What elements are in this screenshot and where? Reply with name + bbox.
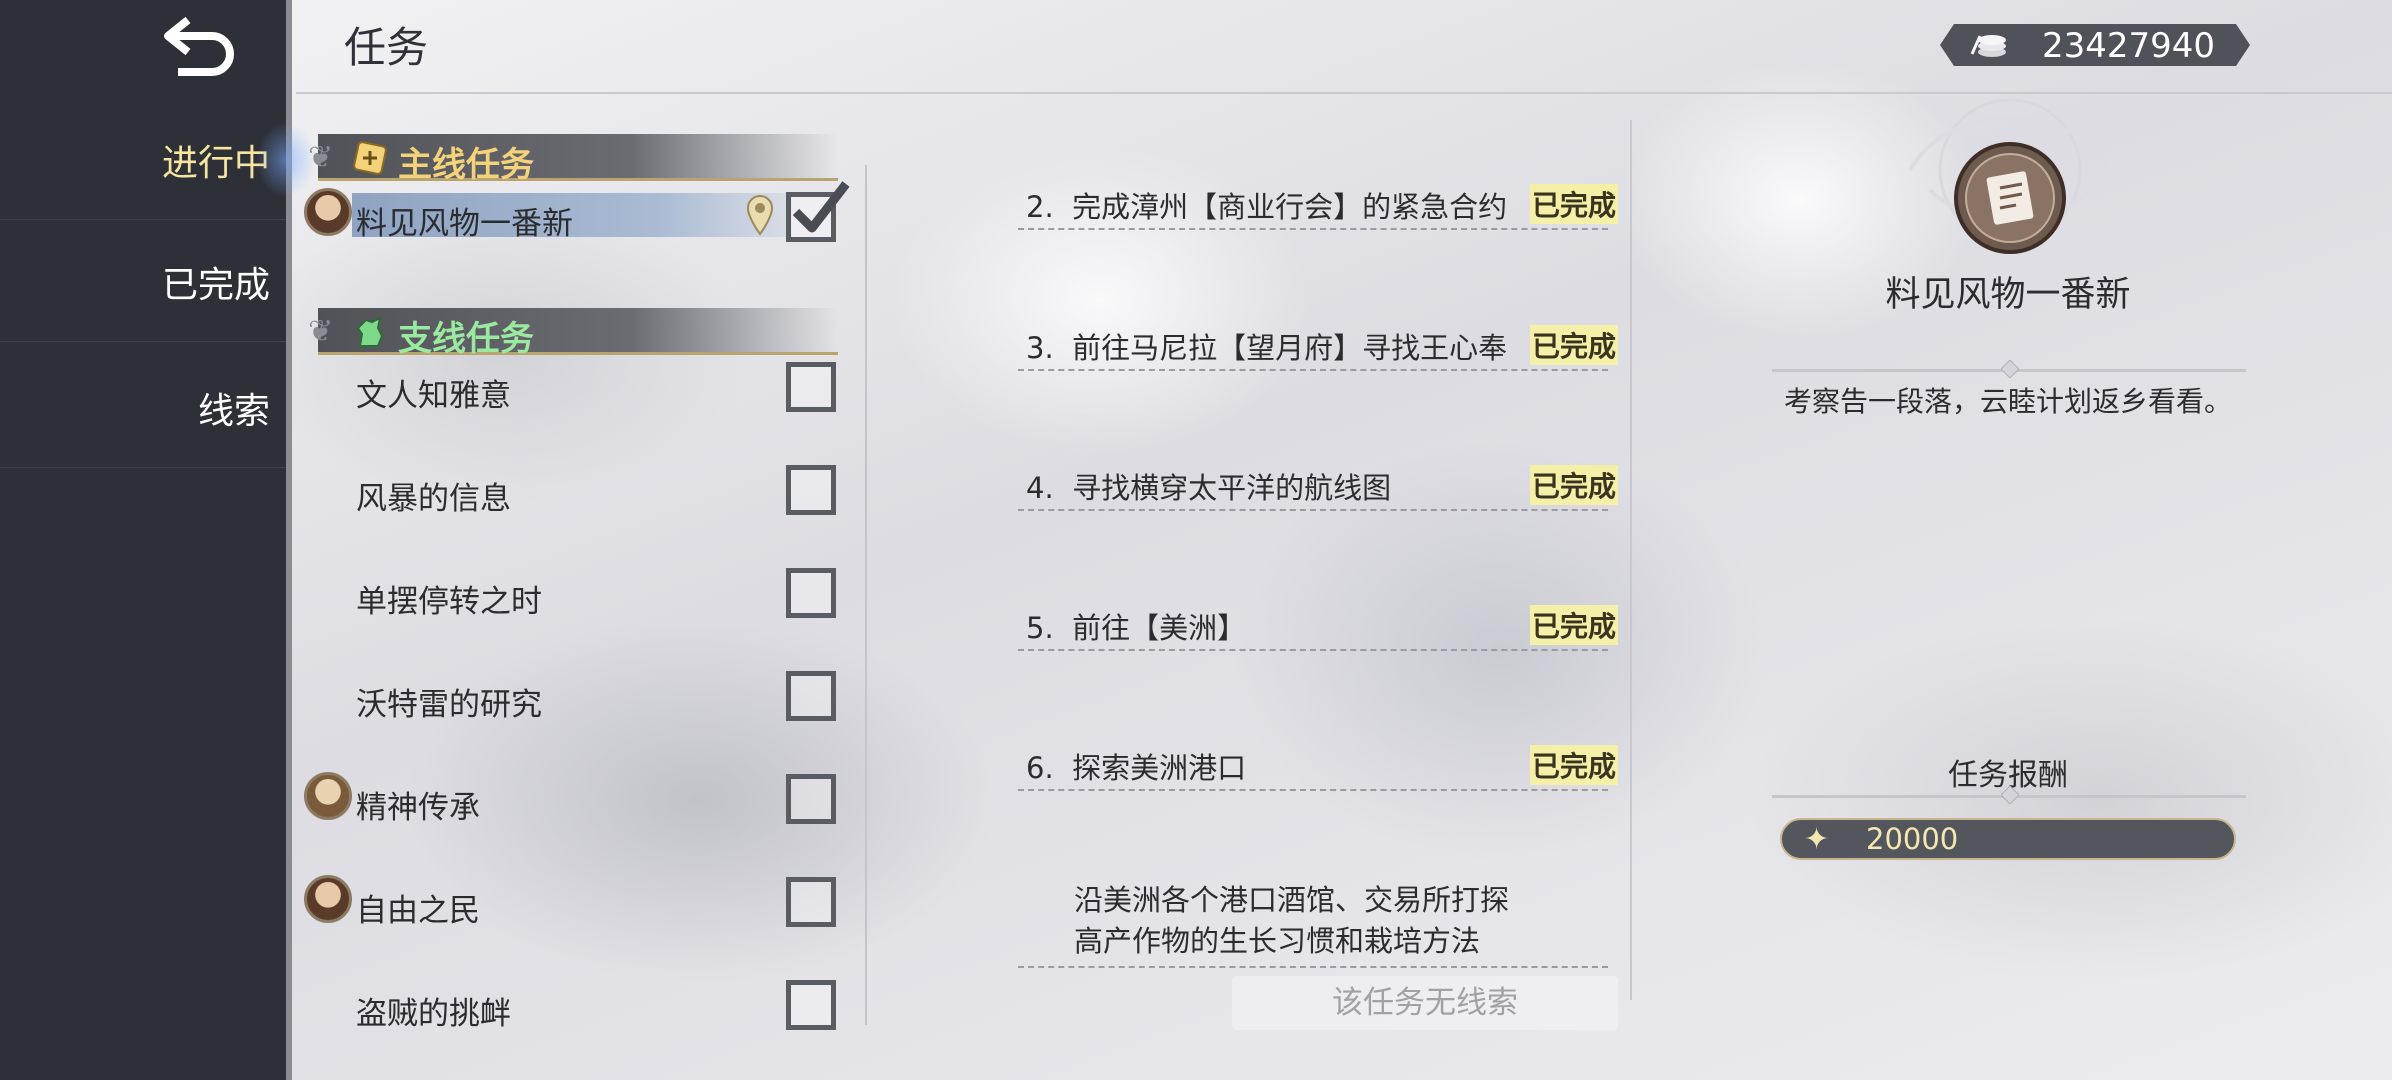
quest-item-side-1[interactable]: 风暴的信息 (352, 465, 852, 519)
current-objective-line: 高产作物的生长习惯和栽培方法 (1074, 924, 1481, 958)
quest-name: 自由之民 (356, 893, 480, 929)
nav-tab-label: 已完成 (161, 264, 270, 306)
objective-text: 6. 探索美洲港口 (1026, 751, 1247, 785)
objective-status-badge: 已完成 (1529, 605, 1618, 645)
quest-name: 精神传承 (356, 790, 480, 826)
objective-item: 4. 寻找横穿太平洋的航线图 已完成 (1018, 465, 1618, 525)
objective-text: 5. 前往【美洲】 (1026, 611, 1247, 645)
character-avatar-icon (304, 875, 352, 923)
main-quest-section-label: 主线任务 (398, 145, 534, 185)
quest-name: 盗贼的挑衅 (356, 996, 511, 1032)
checkmark-icon (792, 181, 850, 233)
objective-item: 6. 探索美洲港口 已完成 (1018, 745, 1618, 805)
quest-item-side-3[interactable]: 沃特雷的研究 (352, 671, 852, 725)
objective-text: 3. 前往马尼拉【望月府】寻找王心奉 (1026, 331, 1508, 365)
knight-horse-icon (356, 316, 384, 347)
objective-status-badge: 已完成 (1529, 325, 1618, 365)
no-clue-button[interactable]: 该任务无线索 (1232, 976, 1618, 1030)
quest-detail-title: 料见风物一番新 (1885, 275, 2131, 315)
track-checkbox[interactable] (786, 980, 836, 1030)
quest-item-side-0[interactable]: 文人知雅意 (352, 362, 852, 416)
character-avatar-icon (304, 772, 352, 820)
track-checkbox[interactable] (786, 774, 836, 824)
main-quest-section-header: ❦ 主线任务 (308, 134, 838, 185)
track-checkbox[interactable] (786, 362, 836, 412)
flourish-icon: ❦ (308, 140, 334, 175)
currency-amount: 23427940 (2042, 26, 2216, 66)
location-pin-icon (746, 194, 774, 236)
coin-stack-icon (1970, 35, 2006, 57)
track-checkbox[interactable] (786, 465, 836, 515)
side-quest-section-label: 支线任务 (398, 319, 534, 359)
current-objective-line: 沿美洲各个港口酒馆、交易所打探 (1074, 883, 1510, 917)
quest-item-side-4[interactable]: 精神传承 (304, 772, 852, 828)
currency-display: 23427940 (1940, 24, 2250, 66)
quest-item-main-0[interactable]: 料见风物一番新 (304, 181, 852, 244)
quest-item-side-5[interactable]: 自由之民 (304, 875, 852, 931)
objective-item: 5. 前往【美洲】 已完成 (1018, 605, 1618, 665)
dashed-divider (1018, 228, 1608, 230)
dashed-divider (1018, 789, 1608, 791)
dashed-divider (1018, 509, 1608, 511)
quest-name: 风暴的信息 (356, 481, 511, 517)
detail-divider (1630, 120, 1632, 1000)
ornament-divider (1772, 360, 2246, 378)
diamond-ornament-icon (2001, 786, 2019, 804)
reward-amount: 20000 (1866, 822, 1959, 856)
objective-text: 4. 寻找横穿太平洋的航线图 (1026, 471, 1392, 505)
side-quest-section-header: ❦ 支线任务 (308, 308, 838, 359)
track-checkbox[interactable] (786, 671, 836, 721)
current-objective: 沿美洲各个港口酒馆、交易所打探 高产作物的生长习惯和栽培方法 (1074, 880, 1509, 962)
quest-name: 文人知雅意 (356, 378, 511, 414)
nav-tab-clues[interactable]: 线索 (0, 348, 286, 468)
objective-item: 3. 前往马尼拉【望月府】寻找王心奉 已完成 (1018, 325, 1618, 385)
nav-tab-in-progress[interactable]: 进行中 (0, 100, 316, 220)
page-title: 任务 (344, 23, 429, 72)
reward-item: ✦ 20000 (1780, 818, 2236, 860)
dashed-divider (1018, 966, 1608, 968)
dashed-divider (1018, 369, 1608, 371)
quest-name: 沃特雷的研究 (356, 687, 542, 723)
sparkle-star-icon: ✦ (1804, 822, 1830, 857)
objective-status-badge: 已完成 (1529, 465, 1618, 505)
back-arrow-icon (164, 16, 234, 76)
objective-item: 2. 完成漳州【商业行会】的紧急合约 已完成 (1018, 184, 1618, 244)
track-checkbox[interactable] (786, 877, 836, 927)
quest-item-side-2[interactable]: 单摆停转之时 (352, 568, 852, 622)
quest-item-side-6[interactable]: 盗贼的挑衅 (352, 980, 852, 1034)
objective-text: 2. 完成漳州【商业行会】的紧急合约 (1026, 190, 1508, 224)
side-navigation: 进行中 已完成 线索 (0, 0, 316, 1080)
objective-status-badge: 已完成 (1529, 745, 1618, 785)
back-button[interactable] (160, 14, 240, 84)
diamond-ornament-icon (2001, 360, 2019, 378)
quest-name: 单摆停转之时 (356, 584, 542, 620)
character-avatar-icon (304, 188, 352, 236)
flourish-icon: ❦ (308, 314, 334, 349)
nav-tab-label: 线索 (197, 390, 270, 432)
list-divider (865, 165, 867, 1025)
quest-emblem-icon (1954, 142, 2066, 254)
quest-name: 料见风物一番新 (356, 206, 573, 242)
dashed-divider (1018, 649, 1608, 651)
nav-tab-completed[interactable]: 已完成 (0, 222, 286, 342)
objective-status-badge: 已完成 (1529, 184, 1618, 224)
track-checkbox[interactable] (786, 568, 836, 618)
quest-description: 考察告一段落，云睦计划返乡看看。 (1783, 385, 2232, 418)
main-quest-icon (353, 141, 387, 175)
nav-tab-label: 进行中 (161, 142, 270, 184)
ornament-divider (1772, 786, 2246, 804)
